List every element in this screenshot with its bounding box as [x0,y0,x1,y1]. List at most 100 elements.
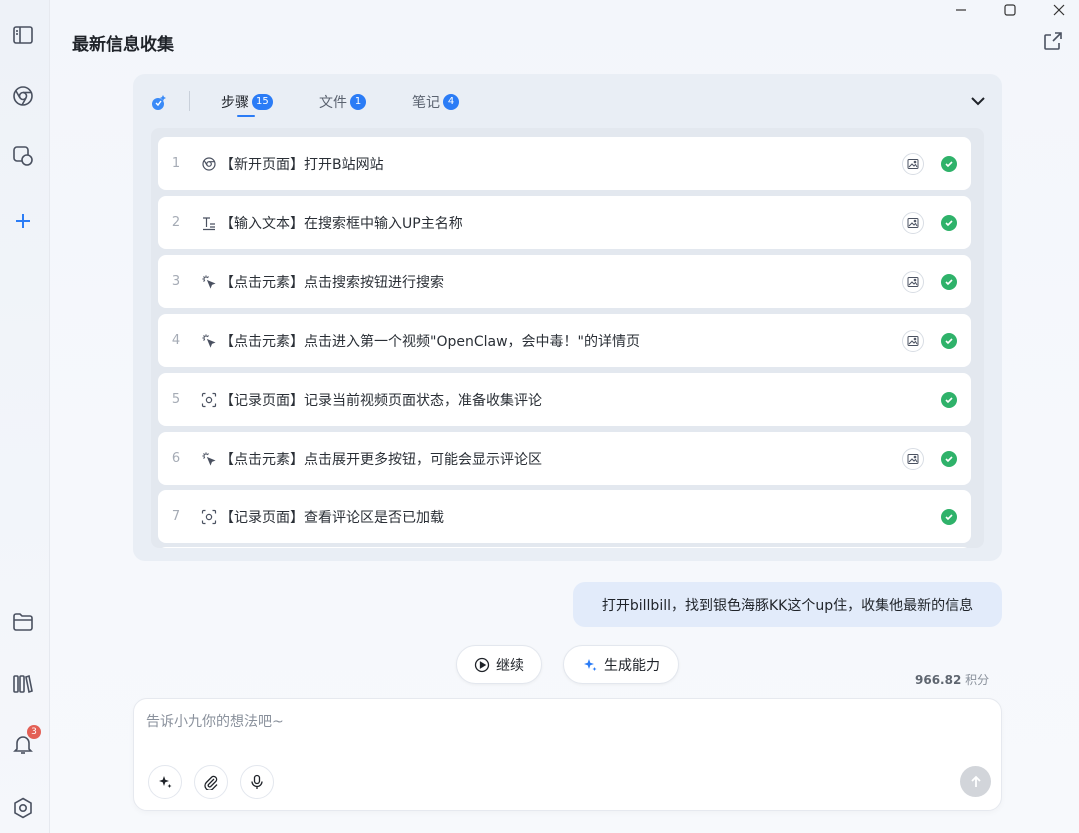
click-icon [202,334,216,348]
screenshot-button[interactable] [902,212,924,234]
points-unit: 积分 [965,673,990,687]
screenshot-button[interactable] [902,330,924,352]
generate-capability-button[interactable]: 生成能力 [563,645,679,684]
apps-button[interactable] [9,142,37,170]
step-number: 4 [171,333,181,348]
attach-button[interactable] [194,765,228,799]
close-icon [1053,4,1065,16]
step-text: 【输入文本】在搜索框中输入UP主名称 [220,215,463,232]
step-item[interactable]: 2 【输入文本】在搜索框中输入UP主名称 [158,196,971,249]
tab-label: 步骤 [221,95,249,111]
folder-icon [13,613,33,631]
settings-button[interactable] [9,794,37,822]
files-button[interactable] [9,608,37,636]
step-item[interactable]: 3 【点击元素】点击搜索按钮进行搜索 [158,255,971,308]
send-button[interactable] [960,766,991,797]
sidebar-panel-icon [13,26,33,44]
step-text: 【点击元素】点击展开更多按钮，可能会显示评论区 [220,451,542,468]
step-done-icon [941,509,957,525]
record-icon [201,392,217,407]
image-icon [907,218,919,228]
minimize-button[interactable] [941,0,981,20]
step-item[interactable]: 7 【记录页面】查看评论区是否已加载 [158,490,971,543]
maximize-button[interactable] [990,0,1030,20]
close-button[interactable] [1039,0,1079,20]
magic-wand-icon [152,95,166,110]
library-button[interactable] [9,670,37,698]
step-done-icon [941,274,957,290]
microphone-icon [251,774,263,789]
tab-label: 文件 [319,95,347,111]
share-icon [1044,32,1062,50]
plus-icon [16,214,30,228]
step-text: 【点击元素】点击搜索按钮进行搜索 [220,274,444,291]
minimize-icon [956,9,966,11]
apps-icon [13,146,33,166]
steps-list: 1 【新开页面】打开B站网站 2 【输入文本】在搜索框中输入UP主名称 3 【点… [151,128,984,548]
tab-notes[interactable]: 笔记 4 [412,91,459,113]
chrome-icon [13,86,33,106]
notification-badge: 3 [27,725,41,739]
sparkle-icon [584,658,597,671]
click-icon [202,452,216,466]
notifications-button[interactable]: 3 [9,725,41,758]
step-number: 6 [171,451,181,466]
generate-label: 生成能力 [604,657,660,674]
message-composer [133,698,1002,811]
share-button[interactable] [1042,30,1064,52]
step-item[interactable]: 5 【记录页面】记录当前视频页面状态，准备收集评论 [158,373,971,426]
tabs-divider [189,91,190,111]
points-display: 966.82 积分 [915,671,989,688]
screenshot-button[interactable] [902,271,924,293]
step-done-icon [941,392,957,408]
task-panel: 步骤 15 文件 1 笔记 4 1 【新开页面】打开B站网站 2 【输入文本】在… [133,74,1002,561]
screenshot-button[interactable] [902,153,924,175]
chevron-down-icon[interactable] [968,91,988,111]
continue-label: 继续 [496,657,524,674]
panel-tabs: 步骤 15 文件 1 笔记 4 [133,74,1002,128]
text-input-icon [203,216,215,230]
step-item[interactable]: 6 【点击元素】点击展开更多按钮，可能会显示评论区 [158,432,971,485]
step-number: 7 [171,509,181,524]
step-done-icon [941,451,957,467]
browser-icon [202,156,216,171]
step-text: 【新开页面】打开B站网站 [220,156,384,173]
library-icon [13,674,33,694]
tab-count: 4 [443,94,459,110]
click-icon [202,275,216,289]
sidebar: 3 [0,0,50,833]
step-item[interactable]: 4 【点击元素】点击进入第一个视频"OpenClaw，会中毒！"的详情页 [158,314,971,367]
play-icon [474,657,490,672]
step-number: 5 [171,392,181,407]
step-text: 【记录页面】查看评论区是否已加载 [220,509,444,526]
image-icon [907,454,919,464]
tab-count: 15 [252,94,273,110]
image-icon [907,159,919,169]
maximize-icon [1004,4,1016,16]
image-icon [907,277,919,287]
screenshot-button[interactable] [902,448,924,470]
paperclip-icon [204,775,218,790]
step-number: 1 [171,156,181,171]
sparkle-icon [159,776,172,788]
points-value: 966.82 [915,673,962,687]
browser-button[interactable] [9,82,37,110]
continue-button[interactable]: 继续 [456,645,542,684]
user-message-text: 打开billbill，找到银色海豚KK这个up住，收集他最新的信息 [601,597,974,614]
sparkle-button[interactable] [148,765,182,799]
step-text: 【点击元素】点击进入第一个视频"OpenClaw，会中毒！"的详情页 [220,333,640,350]
arrow-up-icon [970,775,981,787]
tab-steps[interactable]: 步骤 15 [221,91,273,117]
tab-files[interactable]: 文件 1 [319,91,366,113]
voice-button[interactable] [240,765,274,799]
toggle-sidebar-button[interactable] [9,21,37,49]
new-task-button[interactable] [9,207,37,235]
settings-icon [14,797,32,819]
step-item-partial[interactable] [158,547,971,548]
step-done-icon [941,333,957,349]
record-icon [201,509,217,524]
user-message-bubble: 打开billbill，找到银色海豚KK这个up住，收集他最新的信息 [573,582,1002,627]
message-input[interactable] [146,711,986,755]
step-item[interactable]: 1 【新开页面】打开B站网站 [158,137,971,190]
step-done-icon [941,156,957,172]
